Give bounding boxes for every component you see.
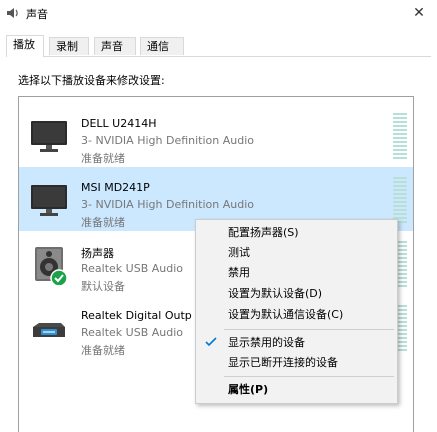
tab-playback[interactable]: 播放	[6, 35, 44, 57]
menu-item-show-disconnected[interactable]: 显示已断开连接的设备	[196, 353, 397, 373]
menu-item-test[interactable]: 测试	[196, 243, 397, 263]
menu-separator	[224, 376, 394, 377]
device-status: 准备就绪	[81, 344, 125, 357]
device-driver: Realtek USB Audio	[81, 326, 184, 339]
device-status: 默认设备	[81, 280, 125, 293]
tab-sounds[interactable]: 声音	[94, 37, 136, 55]
menu-item-label: 显示禁用的设备	[228, 336, 305, 349]
device-name: Realtek Digital Outp	[81, 309, 192, 322]
volume-level-meter	[393, 113, 407, 159]
volume-level-meter	[393, 177, 407, 223]
device-driver: 3- NVIDIA High Definition Audio	[81, 134, 255, 147]
menu-item-show-disabled[interactable]: 显示禁用的设备	[196, 333, 397, 353]
tab-label: 通信	[147, 40, 169, 53]
menu-item-set-default-communication[interactable]: 设置为默认通信设备(C)	[196, 305, 397, 325]
menu-separator	[224, 329, 394, 330]
device-name: 扬声器	[81, 247, 114, 260]
menu-item-label: 设置为默认设备(D)	[228, 287, 323, 300]
monitor-icon	[31, 121, 67, 152]
menu-item-label: 禁用	[228, 266, 250, 279]
device-status: 准备就绪	[81, 152, 125, 165]
menu-item-configure-speakers[interactable]: 配置扬声器(S)	[196, 223, 397, 243]
device-driver: 3- NVIDIA High Definition Audio	[81, 198, 255, 211]
digital-output-icon	[33, 323, 65, 337]
device-item-dell[interactable]: DELL U2414H 3- NVIDIA High Definition Au…	[19, 103, 413, 167]
menu-item-label: 测试	[228, 246, 250, 259]
menu-item-label: 属性(P)	[228, 383, 269, 396]
menu-item-label: 显示已断开连接的设备	[228, 356, 338, 369]
speaker-icon	[35, 247, 68, 285]
menu-item-label: 配置扬声器(S)	[228, 226, 299, 239]
menu-item-label: 设置为默认通信设备(C)	[228, 308, 344, 321]
close-button[interactable]: ✕	[401, 0, 437, 26]
tab-label: 录制	[56, 40, 78, 53]
checkmark-icon	[205, 337, 217, 347]
device-name: MSI MD241P	[81, 181, 150, 194]
instruction-text: 选择以下播放设备来修改设置:	[18, 74, 165, 87]
close-icon: ✕	[413, 5, 425, 21]
tab-recording[interactable]: 录制	[49, 37, 89, 55]
menu-item-disable[interactable]: 禁用	[196, 263, 397, 283]
window-title: 声音	[26, 8, 48, 21]
menu-item-properties[interactable]: 属性(P)	[196, 380, 397, 400]
speaker-app-icon	[7, 8, 18, 18]
device-name: DELL U2414H	[81, 117, 157, 130]
monitor-icon	[31, 185, 67, 216]
tab-label: 声音	[101, 40, 123, 53]
context-menu: 配置扬声器(S) 测试 禁用 设置为默认设备(D) 设置为默认通信设备(C) 显…	[195, 219, 398, 404]
tab-label: 播放	[13, 38, 35, 51]
device-driver: Realtek USB Audio	[81, 262, 184, 275]
title-bar: 声音 ✕	[0, 0, 437, 26]
menu-item-set-default[interactable]: 设置为默认设备(D)	[196, 284, 397, 304]
tab-communications[interactable]: 通信	[140, 37, 184, 55]
device-status: 准备就绪	[81, 216, 125, 229]
